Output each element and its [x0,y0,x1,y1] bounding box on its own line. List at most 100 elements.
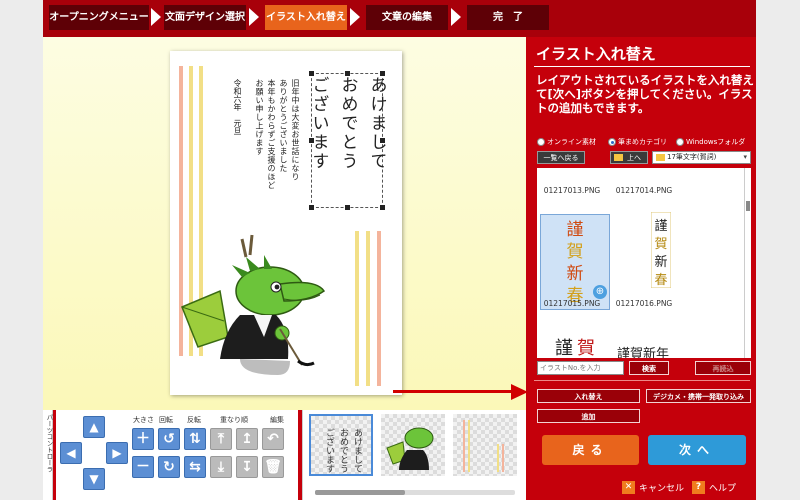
step-design-select[interactable]: 文面デザイン選択 [164,5,246,30]
send-back-icon[interactable]: ⤓ [210,456,232,478]
greeting-line: ありがとうございました [279,79,288,173]
resize-handle[interactable] [309,138,314,143]
size-header: 大きさ [133,416,154,424]
resize-handle[interactable] [380,71,385,76]
send-backward-icon[interactable]: ↧ [236,456,258,478]
next-button[interactable]: 次へ [648,435,746,465]
resize-handle[interactable] [380,138,385,143]
file-name: 01217013.PNG [543,186,601,195]
file-thumbnail[interactable]: 謹賀新年 [617,344,677,358]
camera-import-button[interactable]: デジカメ・携帯一発取り込み [646,389,751,403]
move-up-button[interactable]: ▲ [83,416,105,438]
enlarge-button[interactable]: ＋ [132,428,154,450]
undo-icon[interactable]: ↶ [262,428,284,450]
guide-arrow [393,390,513,393]
scrollbar-thumb[interactable] [315,490,405,495]
reload-button[interactable]: 再読込 [695,361,751,375]
date-line: 令和六年 元旦 [233,79,242,135]
part-thumbnail[interactable] [453,414,517,476]
folder-icon [614,154,623,161]
add-button[interactable]: 追加 [537,409,640,423]
order-header: 重なり順 [220,416,248,424]
radio-fudemame-category[interactable]: 筆まめカテゴリ [608,137,667,147]
resize-handle[interactable] [309,205,314,210]
panel-title: イラスト入れ替え [536,45,656,63]
step-opening-menu[interactable]: オープニングメニュー [49,5,149,30]
back-to-list-button[interactable]: 一覧へ戻る [537,151,585,164]
part-thumbnail-selected[interactable]: あけまして おめでとう ございます [309,414,373,476]
cancel-label: キャンセル [639,484,685,494]
greeting-text[interactable]: 旧年中は大変お世話になり ありがとうございました 本年もかわらずご支援のほど お… [254,79,300,199]
folder-select[interactable]: 17筆文字(賀詞) ▾ [652,151,751,164]
rotate-header: 回転 [159,416,173,424]
radio-icon[interactable] [676,138,684,146]
trash-icon[interactable]: 🗑 [262,456,284,478]
app-window: オープニングメニュー 文面デザイン選択 イラスト入れ替え 文章の編集 完 了 旧… [43,0,756,500]
folder-icon [656,154,665,161]
rotate-right-icon[interactable]: ↻ [158,456,180,478]
part-headline-preview: あけまして おめでとう ございます [324,427,363,473]
radio-windows-folder[interactable]: Windowsフォルダ [676,137,745,147]
help-link[interactable]: ? ヘルプ [692,481,736,494]
dragon-illustration[interactable] [180,229,340,379]
step-text-edit[interactable]: 文章の編集 [366,5,448,30]
help-label: ヘルプ [709,484,737,494]
parts-controller-label: パーツコントローラ [45,414,53,473]
search-button[interactable]: 検索 [629,361,669,375]
divider [534,380,750,381]
resize-handle[interactable] [345,71,350,76]
svg-text:おめでとう: おめでとう [338,428,349,473]
radio-label: オンライン素材 [547,138,596,146]
radio-label: 筆まめカテゴリ [618,138,667,146]
flip-horizontal-icon[interactable]: ⇆ [184,456,206,478]
greeting-line: 本年もかわらずご支援のほど [267,79,276,190]
file-name: 01217016.PNG [615,299,673,308]
folder-up-button[interactable]: 上へ [610,151,648,164]
radio-online-material[interactable]: オンライン素材 [537,137,596,147]
parts-toolbox: ▲ ◀ ▶ ▼ 大きさ 回転 反転 重なり順 編集 ＋ － ↺ ↻ ⇅ ⇆ ⤒ … [56,410,298,500]
parts-thumbnail-strip: あけまして おめでとう ございます [302,410,526,500]
flip-vertical-icon[interactable]: ⇅ [184,428,206,450]
move-right-button[interactable]: ▶ [106,442,128,464]
radio-icon[interactable] [537,138,545,146]
radio-selected-icon[interactable] [608,138,616,146]
move-left-button[interactable]: ◀ [60,442,82,464]
move-down-button[interactable]: ▼ [83,468,105,490]
step-complete[interactable]: 完 了 [467,5,549,30]
file-thumbnail[interactable]: 謹 賀 [545,318,603,358]
file-thumbnail-selected[interactable]: 謹 賀 新 春 ⊕ [540,214,610,310]
svg-text:謹: 謹 [555,338,573,358]
svg-text:謹: 謹 [567,220,584,240]
thumbnail-strip-scrollbar[interactable] [315,490,515,495]
svg-text:あけまして: あけまして [352,428,363,473]
flip-header: 反転 [187,416,201,424]
svg-text:ございます: ございます [324,427,335,473]
bring-forward-icon[interactable]: ↥ [236,428,258,450]
svg-text:春: 春 [654,273,667,288]
rotate-left-icon[interactable]: ↺ [158,428,180,450]
resize-handle[interactable] [345,205,350,210]
shrink-button[interactable]: － [132,456,154,478]
resize-handle[interactable] [309,71,314,76]
part-thumbnail[interactable] [381,414,445,476]
cancel-link[interactable]: ✕ キャンセル [622,481,684,494]
file-thumbnail[interactable]: 謹 賀 新 春 [639,208,683,296]
parts-controller-tab[interactable]: パーツコントローラ [43,410,53,500]
illustration-number-input[interactable] [537,361,624,375]
divider [534,66,750,67]
scrollbar-thumb[interactable] [746,201,750,211]
help-icon: ? [692,481,705,494]
kanji-illustration: 謹 賀 新 春 [651,212,671,288]
step-arrow-icon [350,8,360,26]
zoom-icon[interactable]: ⊕ [593,285,607,299]
step-illustration-replace[interactable]: イラスト入れ替え [265,5,347,30]
greeting-line: お願い申し上げます [255,79,264,156]
bring-front-icon[interactable]: ⤒ [210,428,232,450]
resize-handle[interactable] [380,205,385,210]
svg-text:謹賀新年: 謹賀新年 [617,346,669,358]
decorative-stripe [355,231,359,386]
file-grid-scrollbar[interactable] [744,168,751,358]
replace-button[interactable]: 入れ替え [537,389,640,403]
back-button[interactable]: 戻る [542,435,639,465]
headline-selection[interactable]: あけまして おめでとう ございます [309,71,387,210]
